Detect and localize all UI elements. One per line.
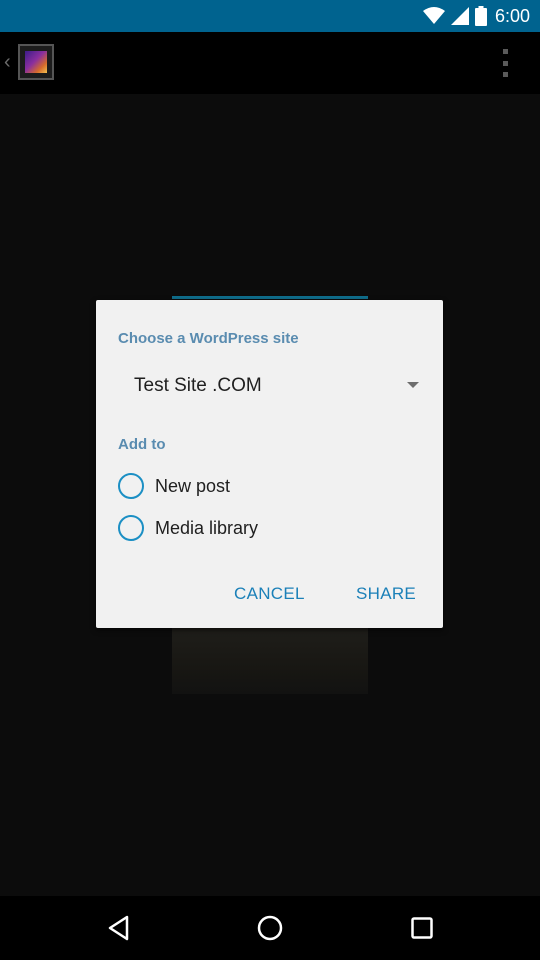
navigation-bar [0,896,540,960]
home-icon[interactable] [255,913,285,943]
status-bar: 6:00 [0,0,540,32]
overflow-menu-icon[interactable] [500,49,510,77]
overflow-dot [502,60,508,66]
add-to-label: Add to [118,436,166,453]
share-button[interactable]: SHARE [356,584,416,604]
screen: 6:00 ‹ Choose a WordPress site Test Site… [0,0,540,960]
back-icon[interactable] [104,913,134,943]
selected-site: Test Site .COM [134,375,262,396]
recent-apps-icon[interactable] [407,913,437,943]
signal-icon [450,7,469,25]
share-dialog: Choose a WordPress site Test Site .COM A… [96,300,443,628]
app-icon[interactable] [18,44,54,80]
status-time: 6:00 [494,5,530,26]
dropdown-arrow-icon [407,382,419,388]
cancel-button[interactable]: CANCEL [234,584,305,604]
overflow-dot [502,72,508,77]
status-icons: 6:00 [417,0,530,32]
action-bar: ‹ [0,32,540,94]
overflow-dot [502,49,508,54]
site-spinner[interactable]: Test Site .COM [118,366,423,406]
radio-new-post[interactable]: New post [118,468,230,504]
up-chevron-icon[interactable]: ‹ [4,52,11,72]
battery-icon [474,6,487,26]
radio-media-library[interactable]: Media library [118,510,258,546]
site-chooser-label: Choose a WordPress site [118,330,299,347]
app-icon-image [25,51,47,73]
background-photo-top [172,296,368,299]
wifi-icon [422,7,445,25]
background-photo [172,628,368,694]
radio-button-icon[interactable] [118,515,144,541]
radio-button-icon[interactable] [118,473,144,499]
radio-label: New post [155,475,231,496]
radio-label: Media library [155,517,259,538]
